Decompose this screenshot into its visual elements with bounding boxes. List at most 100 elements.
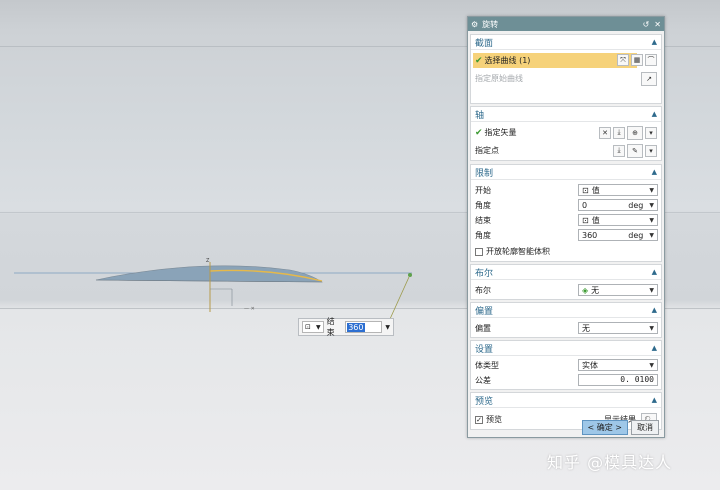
limits-panel: 限制 ▲ 开始 ⊡ 值 ▼ 角度 0 deg ▼ 结束 ⊡ 值 ▼ 角度 360 deg ▼ 开放… xyxy=(470,164,662,262)
value-type-select[interactable]: ⊡ ▼ xyxy=(302,321,324,333)
chevron-up-icon: ▲ xyxy=(651,38,657,46)
section-title: 截面 xyxy=(475,38,494,49)
value-icon: ⊡ xyxy=(305,323,311,331)
chevron-down-icon: ▼ xyxy=(315,323,321,331)
dynamic-input-value: 360 xyxy=(347,322,365,332)
dynamic-input-label: 结束 xyxy=(326,317,335,337)
curve-tools: ⤧ ▦ ⌒ xyxy=(615,54,657,66)
boolean-panel: 布尔 ▲ 布尔 ◈ 无 ▼ xyxy=(470,264,662,300)
axis-panel: 轴 ▲ ✔ 指定矢量 ✕ ⤓ ⊕ ▾ 指定点 ⤓ ✎ ▾ xyxy=(470,106,662,161)
dimension-tag: — ✕ xyxy=(244,306,255,312)
chevron-up-icon: ▲ xyxy=(651,268,657,276)
chevron-down-icon: ▼ xyxy=(649,361,654,369)
body-type-select[interactable]: 实体 ▼ xyxy=(578,359,658,371)
boolean-value: 无 xyxy=(591,285,600,295)
end-angle-value: 360 xyxy=(582,230,598,240)
vector-dialog-icon[interactable]: ⤓ xyxy=(613,126,625,139)
section-header[interactable]: 布尔 ▲ xyxy=(471,265,661,280)
tolerance-input[interactable]: 0. 0100 xyxy=(578,374,658,386)
chevron-down-icon[interactable]: ▾ xyxy=(645,126,657,139)
origin-curve-row[interactable]: 指定原始曲线 ↗ xyxy=(475,71,657,86)
section-header[interactable]: 截面 ▲ xyxy=(471,35,661,50)
end-angle-input[interactable]: 360 deg ▼ xyxy=(578,229,658,241)
dialog-title: 旋转 xyxy=(482,19,499,29)
vector-label: 指定矢量 xyxy=(484,128,517,137)
body-type-value: 实体 xyxy=(582,360,598,370)
settings-panel: 设置 ▲ 体类型 实体 ▼ 公差 0. 0100 xyxy=(470,340,662,390)
start-angle-input[interactable]: 0 deg ▼ xyxy=(578,199,658,211)
open-profile-row[interactable]: 开放轮廓智能体积 xyxy=(475,244,657,259)
cancel-button[interactable]: 取消 xyxy=(631,419,659,435)
point-label: 指定点 xyxy=(475,146,499,155)
chevron-down-icon: ▼ xyxy=(649,286,654,294)
section-header[interactable]: 偏置 ▲ xyxy=(471,303,661,318)
vector-type-icon[interactable]: ⊕ xyxy=(627,125,643,140)
watermark: 知乎 @模具达人 xyxy=(547,453,673,472)
dialog-footer: < 确定 > 取消 xyxy=(470,417,662,437)
chevron-down-icon: ▼ xyxy=(649,201,654,209)
end-type-select[interactable]: ⊡ 值 ▼ xyxy=(578,214,658,226)
point-type-icon[interactable]: ✎ xyxy=(627,143,643,158)
value-icon: ⊡ xyxy=(582,215,589,225)
pointer-icon[interactable]: ↗ xyxy=(641,71,657,86)
offset-select[interactable]: 无 ▼ xyxy=(578,322,658,334)
check-icon: ✔ xyxy=(475,55,483,66)
section-header[interactable]: 限制 ▲ xyxy=(471,165,661,180)
section-header[interactable]: 预览 ▲ xyxy=(471,393,661,408)
drag-handle[interactable] xyxy=(408,273,412,277)
section-title: 设置 xyxy=(475,344,494,355)
close-icon[interactable]: ✕ xyxy=(654,20,661,29)
reset-icon[interactable]: ↺ xyxy=(643,20,650,29)
chevron-down-icon[interactable]: ▾ xyxy=(645,144,657,157)
section-header[interactable]: 设置 ▲ xyxy=(471,341,661,356)
leader-line xyxy=(389,276,410,320)
offset-value: 无 xyxy=(582,323,590,333)
chevron-up-icon: ▲ xyxy=(651,396,657,404)
curve-icon[interactable]: ⌒ xyxy=(645,54,657,66)
gear-icon: ⚙ xyxy=(471,19,479,29)
section-panel: 截面 ▲ ✔ 选择曲线 (1) ⤧ ▦ ⌒ 指定原始曲线 ↗ xyxy=(470,34,662,104)
dynamic-input-field[interactable]: 360 xyxy=(345,321,383,333)
origin-curve-label: 指定原始曲线 xyxy=(475,74,523,83)
chevron-down-icon: ▼ xyxy=(649,231,654,239)
chevron-up-icon: ▲ xyxy=(651,168,657,176)
vector-row[interactable]: ✔ 指定矢量 ✕ ⤓ ⊕ ▾ xyxy=(475,125,657,140)
select-curve-row[interactable]: ✔ 选择曲线 (1) xyxy=(473,53,637,68)
point-dialog-icon[interactable]: ⤓ xyxy=(613,144,625,157)
open-profile-label: 开放轮廓智能体积 xyxy=(486,247,550,256)
start-angle-value: 0 xyxy=(582,200,588,210)
reverse-direction-icon[interactable]: ✕ xyxy=(599,126,611,139)
start-type-select[interactable]: ⊡ 值 ▼ xyxy=(578,184,658,196)
chevron-up-icon: ▲ xyxy=(651,110,657,118)
ok-button[interactable]: < 确定 > xyxy=(581,419,628,435)
start-type-value: 值 xyxy=(591,185,600,195)
chevron-down-icon[interactable]: ▼ xyxy=(385,324,390,331)
section-title: 轴 xyxy=(475,110,485,121)
value-icon: ⊡ xyxy=(582,185,589,195)
open-profile-checkbox[interactable] xyxy=(475,247,483,256)
section-title: 限制 xyxy=(475,168,494,179)
point-row[interactable]: 指定点 ⤓ ✎ ▾ xyxy=(475,143,657,158)
chevron-up-icon: ▲ xyxy=(651,306,657,314)
end-angle-unit: deg xyxy=(628,230,644,240)
boolean-icon: ◈ xyxy=(582,285,589,295)
axis-label: Z xyxy=(206,258,210,264)
check-icon: ✔ xyxy=(475,127,483,138)
section-title: 布尔 xyxy=(475,268,494,279)
boolean-select[interactable]: ◈ 无 ▼ xyxy=(578,284,658,296)
section-title: 偏置 xyxy=(475,306,494,317)
sketch-icon[interactable]: ▦ xyxy=(631,54,643,66)
curve-rule-icon[interactable]: ⤧ xyxy=(617,54,629,66)
section-header[interactable]: 轴 ▲ xyxy=(471,107,661,122)
dialog-titlebar: ⚙ 旋转 ↺ ✕ xyxy=(468,17,664,31)
section-title: 预览 xyxy=(475,396,494,407)
dynamic-input: ⊡ ▼ 结束 360 ▼ xyxy=(298,317,394,337)
chevron-up-icon: ▲ xyxy=(651,344,657,352)
chevron-down-icon: ▼ xyxy=(649,216,654,224)
chevron-down-icon: ▼ xyxy=(649,186,654,194)
start-angle-unit: deg xyxy=(628,200,644,210)
chevron-down-icon: ▼ xyxy=(649,324,654,332)
offset-panel: 偏置 ▲ 偏置 无 ▼ xyxy=(470,302,662,338)
end-type-value: 值 xyxy=(591,215,600,225)
revolve-dialog: ⚙ 旋转 ↺ ✕ 截面 ▲ ✔ 选择曲线 (1) ⤧ ▦ ⌒ 指定原始曲线 ↗ 轴… xyxy=(467,16,665,438)
